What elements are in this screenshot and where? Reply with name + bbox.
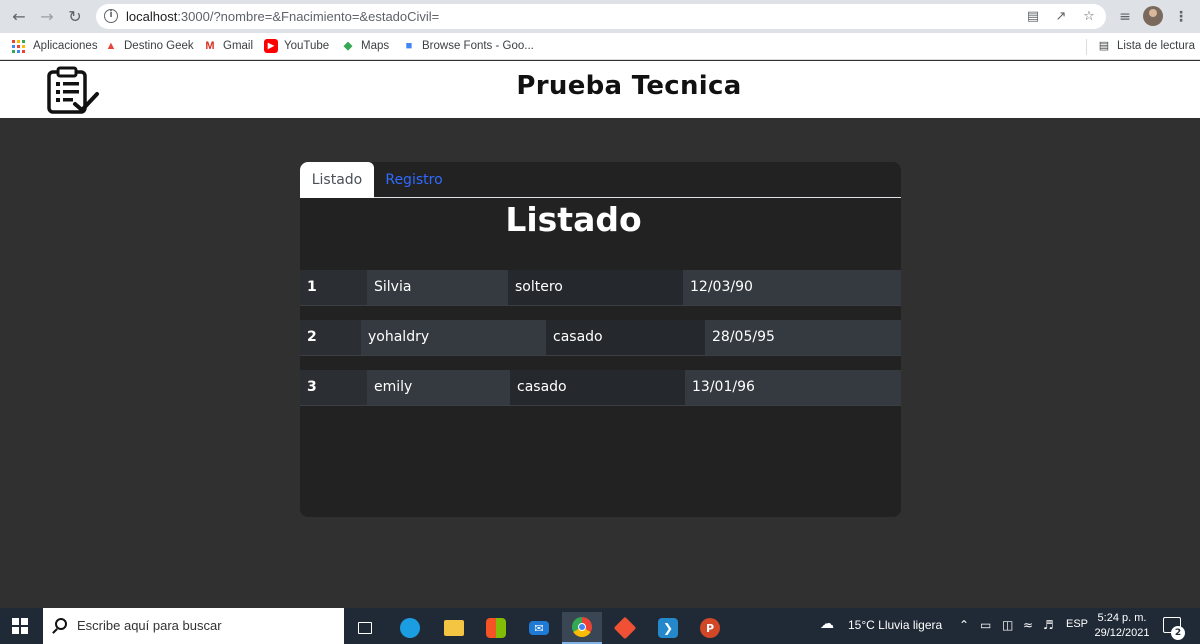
row-nombre: yohaldry <box>361 320 546 355</box>
taskbar-search-input[interactable]: Escribe aquí para buscar <box>43 608 344 644</box>
site-info-icon[interactable]: i <box>104 9 118 23</box>
profile-avatar[interactable] <box>1143 6 1163 26</box>
table-row: 2 yohaldry casado 28/05/95 <box>300 320 901 356</box>
rocket-icon: ▲ <box>105 40 117 52</box>
share-icon[interactable]: ↗ <box>1052 8 1070 26</box>
vscode-icon[interactable]: ❯ <box>648 612 688 644</box>
row-nombre: emily <box>367 370 510 405</box>
row-estado: casado <box>510 370 685 405</box>
card-heading-container: Listado <box>300 200 901 239</box>
windows-start-icon[interactable] <box>12 618 28 634</box>
menu-kebab-icon[interactable]: ⋮ <box>1170 6 1192 28</box>
tray-chevron-up-icon[interactable]: ⌃ <box>959 618 969 632</box>
tab-listado[interactable]: Listado <box>300 162 374 198</box>
windows-taskbar: Escribe aquí para buscar ✉ ❯ P ☁ 15°C Ll… <box>0 608 1200 644</box>
row-fecha: 13/01/96 <box>685 370 901 405</box>
row-number: 1 <box>300 270 367 305</box>
bookmark-destino-geek[interactable]: ▲ Destino Geek <box>104 37 194 55</box>
volume-icon[interactable]: ♬ <box>1043 618 1054 632</box>
back-icon[interactable]: ← <box>8 6 30 28</box>
gmail-icon: M <box>205 40 215 52</box>
row-number: 3 <box>300 370 367 405</box>
search-icon <box>55 618 67 630</box>
reading-list-icon: ▤ <box>1098 40 1110 52</box>
reading-mode-icon[interactable]: ≡ <box>1114 6 1136 28</box>
bookmarks-bar: Aplicaciones ▲ Destino Geek M Gmail ▶ Yo… <box>0 33 1200 60</box>
table-row: 1 Silvia soltero 12/03/90 <box>300 270 901 306</box>
weather-text[interactable]: 15°C Lluvia ligera <box>848 618 942 632</box>
language-indicator[interactable]: ESP <box>1066 618 1088 630</box>
clock[interactable]: 5:24 p. m. 29/12/2021 <box>1092 611 1152 641</box>
bookmark-apps[interactable]: Aplicaciones <box>12 37 98 55</box>
address-bar[interactable]: i localhost:3000/?nombre=&Fnacimiento=&e… <box>96 4 1106 29</box>
card-heading: Listado <box>505 200 642 239</box>
row-fecha: 28/05/95 <box>705 320 901 355</box>
bookmarks-separator <box>1086 39 1087 55</box>
bookmark-star-icon[interactable]: ☆ <box>1080 8 1098 26</box>
chrome-icon[interactable] <box>562 612 602 644</box>
bookmark-youtube[interactable]: ▶ YouTube <box>264 37 329 55</box>
forward-icon[interactable]: → <box>36 6 58 28</box>
listado-card: Listado Registro Listado 1 Silvia solter… <box>300 162 901 517</box>
page-title: Prueba Tecnica <box>516 71 742 101</box>
git-icon[interactable] <box>605 612 645 644</box>
bookmark-maps[interactable]: ◆ Maps <box>341 37 389 55</box>
task-view-icon[interactable] <box>345 612 385 644</box>
edge-icon[interactable] <box>390 612 430 644</box>
tab-bar: Listado Registro <box>300 162 901 198</box>
maps-icon: ◆ <box>343 40 353 52</box>
row-estado: soltero <box>508 270 683 305</box>
bookmark-browse-fonts[interactable]: ■ Browse Fonts - Goo... <box>402 37 534 55</box>
apps-grid-icon <box>12 39 25 53</box>
store-icon[interactable] <box>476 612 516 644</box>
translate-icon[interactable]: ▤ <box>1024 8 1042 26</box>
mail-icon[interactable]: ✉ <box>519 612 559 644</box>
wifi-icon[interactable]: ≈ <box>1023 618 1033 632</box>
app-header: Prueba Tecnica <box>0 61 1200 118</box>
google-fonts-icon: ■ <box>405 40 413 52</box>
row-fecha: 12/03/90 <box>683 270 901 305</box>
powerpoint-icon[interactable]: P <box>690 612 730 644</box>
row-nombre: Silvia <box>367 270 508 305</box>
file-explorer-icon[interactable] <box>434 612 474 644</box>
row-number: 2 <box>300 320 361 355</box>
tab-registro[interactable]: Registro <box>380 162 448 198</box>
url-text[interactable]: localhost:3000/?nombre=&Fnacimiento=&est… <box>126 9 439 24</box>
row-estado: casado <box>546 320 705 355</box>
table-row: 3 emily casado 13/01/96 <box>300 370 901 406</box>
weather-cloud-icon[interactable]: ☁ <box>820 616 834 632</box>
notification-count-badge: 2 <box>1171 626 1185 640</box>
reading-list-button[interactable]: ▤ Lista de lectura <box>1097 37 1195 55</box>
youtube-icon: ▶ <box>264 39 278 53</box>
reload-icon[interactable]: ↻ <box>64 6 86 28</box>
browser-toolbar: ← → ↻ i localhost:3000/?nombre=&Fnacimie… <box>0 0 1200 33</box>
device-icon[interactable]: ◫ <box>1002 618 1013 632</box>
battery-icon[interactable]: ▭ <box>980 618 991 632</box>
bookmark-gmail[interactable]: M Gmail <box>203 37 253 55</box>
